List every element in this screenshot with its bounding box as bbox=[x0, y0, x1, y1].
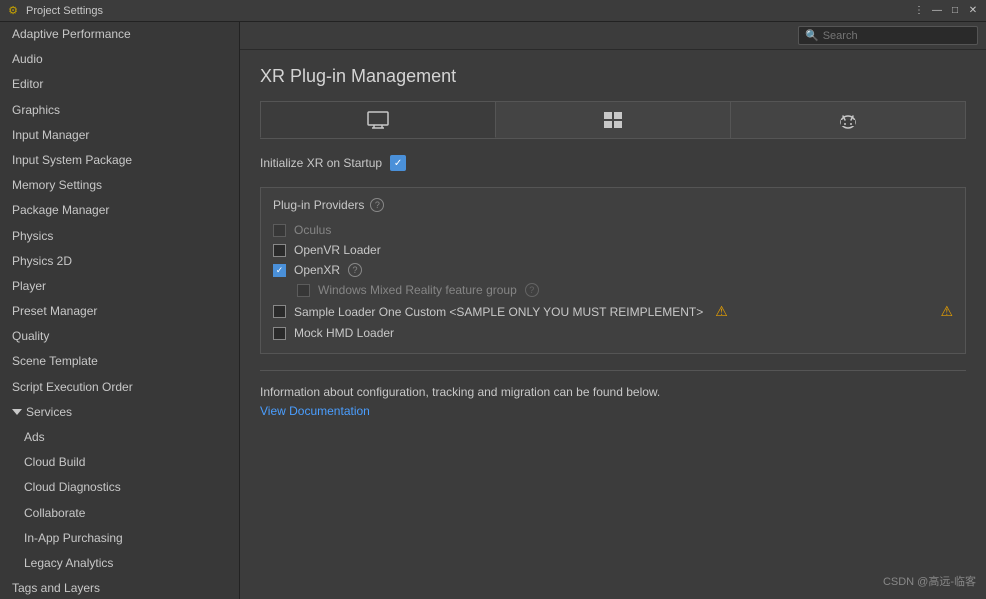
provider-openxr-checkbox[interactable] bbox=[273, 264, 286, 277]
triangle-down-icon bbox=[12, 409, 22, 415]
provider-openxr-label: OpenXR bbox=[294, 263, 340, 277]
provider-openvr-checkbox[interactable] bbox=[273, 244, 286, 257]
provider-wmr-label: Windows Mixed Reality feature group bbox=[318, 283, 517, 297]
provider-sample-checkbox[interactable] bbox=[273, 305, 286, 318]
init-xr-label: Initialize XR on Startup bbox=[260, 156, 382, 170]
title-bar-left: ⚙ Project Settings bbox=[6, 4, 103, 18]
sidebar[interactable]: Adaptive Performance Audio Editor Graphi… bbox=[0, 22, 240, 599]
sidebar-item-adaptive-performance[interactable]: Adaptive Performance bbox=[0, 22, 239, 47]
providers-box: Plug-in Providers ? Oculus OpenVR Loader… bbox=[260, 187, 966, 354]
title-bar-controls: ⋮ — □ ✕ bbox=[912, 4, 980, 18]
provider-sample-row: Sample Loader One Custom <SAMPLE ONLY YO… bbox=[273, 300, 953, 323]
init-xr-checkbox[interactable]: ✓ bbox=[390, 155, 406, 171]
settings-icon: ⚙ bbox=[6, 4, 20, 18]
provider-sample-label: Sample Loader One Custom <SAMPLE ONLY YO… bbox=[294, 305, 703, 319]
providers-title: Plug-in Providers bbox=[273, 198, 364, 212]
tab-windows[interactable] bbox=[496, 101, 731, 138]
sidebar-item-cloud-diagnostics[interactable]: Cloud Diagnostics bbox=[0, 475, 239, 500]
sidebar-item-collaborate[interactable]: Collaborate bbox=[0, 501, 239, 526]
providers-help-icon[interactable]: ? bbox=[370, 198, 384, 212]
sample-right-warning-icon: ⚠ bbox=[940, 303, 953, 320]
openxr-help-icon[interactable]: ? bbox=[348, 263, 362, 277]
sidebar-item-preset-manager[interactable]: Preset Manager bbox=[0, 299, 239, 324]
sidebar-item-player[interactable]: Player bbox=[0, 274, 239, 299]
sidebar-item-scene-template[interactable]: Scene Template bbox=[0, 349, 239, 374]
provider-openvr-row: OpenVR Loader bbox=[273, 240, 953, 260]
minimize-button[interactable]: — bbox=[930, 4, 944, 18]
sidebar-item-ads[interactable]: Ads bbox=[0, 425, 239, 450]
wmr-help-icon[interactable]: ? bbox=[525, 283, 539, 297]
sample-warning-icon: ⚠ bbox=[715, 303, 728, 320]
sidebar-item-physics[interactable]: Physics bbox=[0, 224, 239, 249]
monitor-icon bbox=[367, 111, 389, 129]
sidebar-item-input-system[interactable]: Input System Package bbox=[0, 148, 239, 173]
sidebar-item-graphics[interactable]: Graphics bbox=[0, 98, 239, 123]
tab-android[interactable] bbox=[731, 101, 966, 138]
tab-standalone[interactable] bbox=[260, 101, 496, 138]
sidebar-item-script-execution[interactable]: Script Execution Order bbox=[0, 375, 239, 400]
sidebar-item-tags-layers[interactable]: Tags and Layers bbox=[0, 576, 239, 599]
search-input[interactable] bbox=[823, 30, 971, 42]
sidebar-item-audio[interactable]: Audio bbox=[0, 47, 239, 72]
provider-oculus-checkbox bbox=[273, 224, 286, 237]
sample-row-left: Sample Loader One Custom <SAMPLE ONLY YO… bbox=[273, 303, 728, 320]
sidebar-item-in-app-purchasing[interactable]: In-App Purchasing bbox=[0, 526, 239, 551]
provider-mockhmd-row: Mock HMD Loader bbox=[273, 323, 953, 343]
providers-header: Plug-in Providers ? bbox=[273, 198, 953, 212]
sidebar-item-editor[interactable]: Editor bbox=[0, 72, 239, 97]
more-options-button[interactable]: ⋮ bbox=[912, 4, 926, 18]
provider-oculus-row: Oculus bbox=[273, 220, 953, 240]
content-panel: XR Plug-in Management bbox=[240, 50, 986, 599]
sidebar-item-services[interactable]: Services bbox=[0, 400, 239, 425]
maximize-button[interactable]: □ bbox=[948, 4, 962, 18]
title-bar-title: Project Settings bbox=[26, 5, 103, 17]
close-button[interactable]: ✕ bbox=[966, 4, 980, 18]
provider-mockhmd-label: Mock HMD Loader bbox=[294, 326, 394, 340]
provider-openvr-label: OpenVR Loader bbox=[294, 243, 381, 257]
services-label: Services bbox=[26, 403, 72, 422]
sidebar-item-physics-2d[interactable]: Physics 2D bbox=[0, 249, 239, 274]
search-bar: 🔍 bbox=[240, 22, 986, 50]
provider-wmr-checkbox bbox=[297, 284, 310, 297]
search-wrap: 🔍 bbox=[798, 26, 978, 45]
title-bar: ⚙ Project Settings ⋮ — □ ✕ bbox=[0, 0, 986, 22]
sidebar-item-legacy-analytics[interactable]: Legacy Analytics bbox=[0, 551, 239, 576]
provider-mockhmd-checkbox[interactable] bbox=[273, 327, 286, 340]
sidebar-item-cloud-build[interactable]: Cloud Build bbox=[0, 450, 239, 475]
content-area: 🔍 XR Plug-in Management bbox=[240, 22, 986, 599]
page-title: XR Plug-in Management bbox=[260, 66, 966, 87]
provider-oculus-label: Oculus bbox=[294, 223, 331, 237]
search-icon: 🔍 bbox=[805, 29, 819, 42]
info-text: Information about configuration, trackin… bbox=[260, 383, 966, 402]
sidebar-item-quality[interactable]: Quality bbox=[0, 324, 239, 349]
android-icon bbox=[839, 110, 857, 130]
init-xr-row: Initialize XR on Startup ✓ bbox=[260, 151, 966, 175]
provider-wmr-row: Windows Mixed Reality feature group ? bbox=[273, 280, 953, 300]
sidebar-item-package-manager[interactable]: Package Manager bbox=[0, 198, 239, 223]
sidebar-item-input-manager[interactable]: Input Manager bbox=[0, 123, 239, 148]
main-layout: Adaptive Performance Audio Editor Graphi… bbox=[0, 22, 986, 599]
platform-tabs bbox=[260, 101, 966, 139]
info-section: Information about configuration, trackin… bbox=[260, 370, 966, 433]
sidebar-item-memory-settings[interactable]: Memory Settings bbox=[0, 173, 239, 198]
provider-openxr-row: OpenXR ? bbox=[273, 260, 953, 280]
windows-icon bbox=[603, 111, 623, 129]
view-documentation-link[interactable]: View Documentation bbox=[260, 404, 370, 418]
